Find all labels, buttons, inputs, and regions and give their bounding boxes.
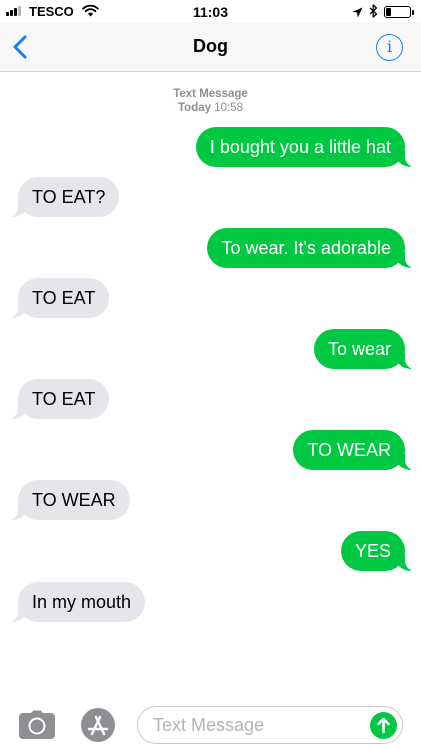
thread-day: Today [178,102,212,114]
apps-button[interactable] [79,707,117,743]
outgoing-message[interactable]: I bought you a little hat [195,127,416,167]
app-store-icon [81,708,115,742]
camera-button[interactable] [18,710,56,740]
battery-tip [412,10,414,15]
message-input-field[interactable] [137,706,403,744]
battery-level [386,8,391,16]
message-input[interactable] [153,707,363,743]
bluetooth-icon [369,4,378,23]
info-button[interactable]: i [376,34,403,61]
conversation-title[interactable]: Dog [0,36,421,57]
thread-time: 10:58 [214,102,243,114]
service-label: Text Message [173,88,248,100]
outgoing-message[interactable]: To wear. It's adorable [207,228,415,268]
location-arrow-icon [352,5,363,23]
nav-bar: Dog i [0,22,421,72]
arrow-up-icon [377,717,390,734]
incoming-message[interactable]: TO EAT? [7,177,120,217]
incoming-message[interactable]: TO EAT [7,278,110,318]
outgoing-message[interactable]: To wear [313,329,416,369]
incoming-message[interactable]: In my mouth [7,582,146,622]
camera-icon [19,710,55,739]
send-button[interactable] [370,712,397,739]
outgoing-message[interactable]: YES [340,531,416,571]
incoming-message[interactable]: TO WEAR [8,480,130,520]
battery-icon [384,6,411,18]
status-bar: TESCO 11:03 [0,0,421,22]
incoming-message[interactable]: TO EAT [7,379,110,419]
outgoing-message[interactable]: TO WEAR [293,430,415,470]
thread-header: Text Message Today 10:58 [0,87,421,115]
thread-timestamp: Today 10:58 [0,101,421,115]
